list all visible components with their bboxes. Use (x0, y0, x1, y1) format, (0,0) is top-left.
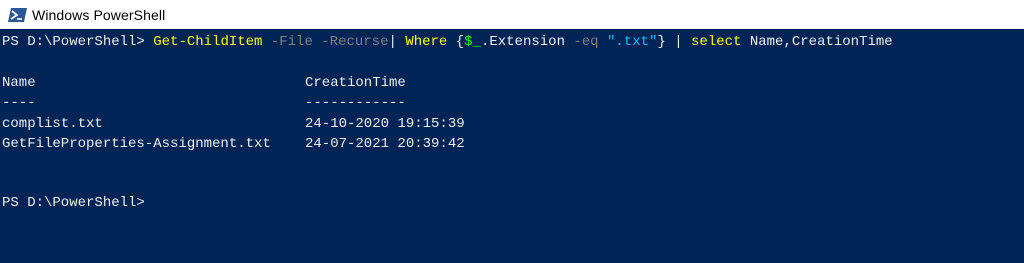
table-header: Name CreationTime (2, 73, 406, 93)
header-creationtime: CreationTime (305, 75, 406, 91)
header-name: Name (2, 75, 36, 91)
window-title: Windows PowerShell (32, 6, 166, 23)
row-name: complist.txt (2, 116, 103, 132)
title-bar[interactable]: Windows PowerShell (0, 0, 1024, 29)
pipe: | (388, 34, 406, 50)
param-recurse: -Recurse (312, 34, 389, 50)
string-txt: ".txt" (606, 34, 658, 50)
divider-creationtime: ------------ (305, 95, 406, 111)
powershell-icon (8, 7, 27, 23)
select-args: Name,CreationTime (741, 34, 893, 50)
cmdlet-where: Where (405, 34, 448, 50)
operator-eq: -eq (564, 34, 599, 50)
param-file: -File (262, 34, 313, 50)
prompt: PS D:\PowerShell> (2, 34, 154, 50)
brace-open: { (447, 34, 465, 50)
divider-name: ---- (2, 95, 36, 111)
pipeline-variable: $_ (464, 34, 481, 50)
cmdlet-get-childitem: Get-ChildItem (153, 34, 263, 50)
brace-close-pipe: } | (657, 34, 692, 50)
property-extension: .Extension (480, 34, 565, 50)
final-prompt: PS D:\PowerShell> (2, 195, 145, 211)
row-creationtime: 24-10-2020 19:15:39 (305, 116, 465, 132)
table-row: GetFileProperties-Assignment.txt 24-07-20… (2, 134, 465, 154)
row-name: GetFileProperties-Assignment.txt (2, 136, 271, 152)
cmdlet-select: select (691, 34, 742, 50)
command-line: PS D:\PowerShell> Get-ChildItem -File -R… (2, 32, 893, 52)
table-row: complist.txt 24-10-2020 19:15:39 (2, 114, 465, 134)
row-creationtime: 24-07-2021 20:39:42 (305, 136, 465, 152)
table-divider: ---- ------------ (2, 93, 406, 113)
console-output[interactable]: PS D:\PowerShell> Get-ChildItem -File -R… (0, 29, 1024, 263)
